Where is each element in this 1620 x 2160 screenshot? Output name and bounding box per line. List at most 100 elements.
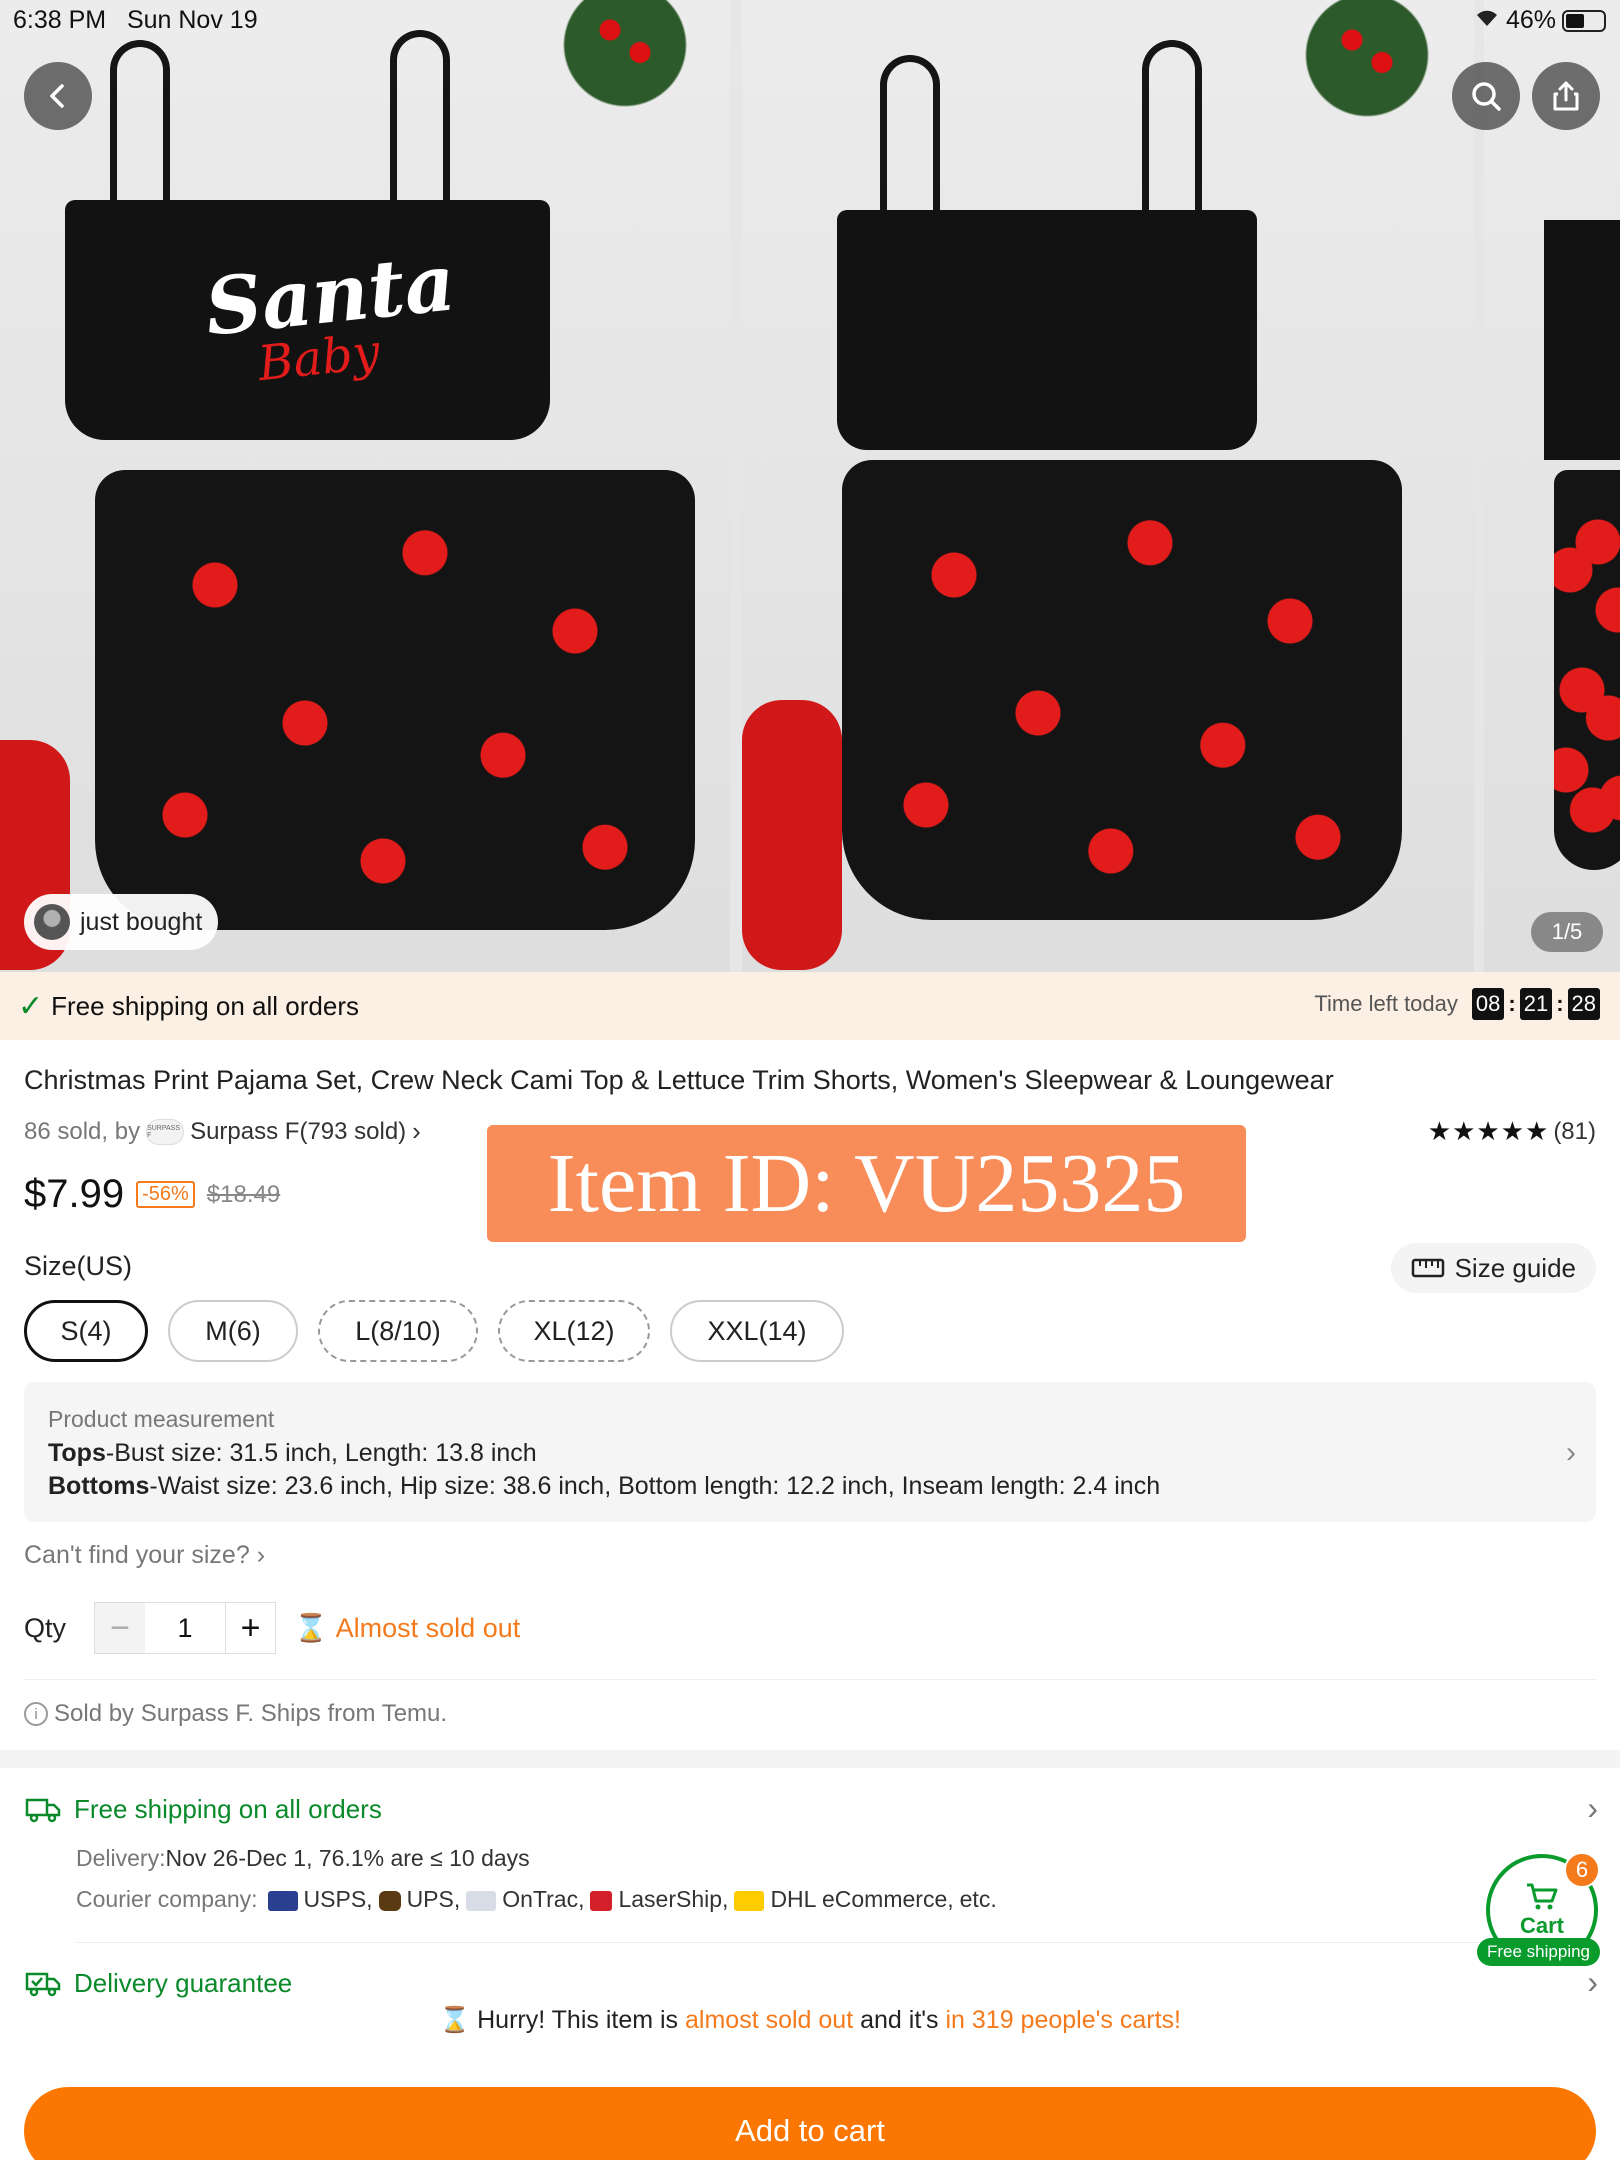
just-bought-pill: just bought	[24, 894, 219, 950]
section-separator	[0, 1750, 1620, 1768]
sold-count: 86 sold, by	[24, 1117, 141, 1145]
seller-logo: SURPASS F	[146, 1118, 185, 1145]
courier-etc: etc.	[959, 1886, 997, 1912]
chevron-right-icon: ›	[256, 1541, 266, 1569]
product-photo-1[interactable]: Santa Baby	[0, 0, 730, 972]
size-option-xxl[interactable]: XXL(14)	[670, 1300, 844, 1362]
ups-icon	[378, 1890, 401, 1911]
ontrac-icon	[466, 1890, 497, 1911]
product-gallery[interactable]: Santa Baby just bought 1/5	[0, 0, 1620, 972]
share-icon	[1553, 81, 1579, 111]
share-button[interactable]	[1532, 62, 1600, 130]
delivery-guarantee-title[interactable]: Delivery guarantee	[24, 1968, 292, 1999]
cart-count-badge: 6	[1564, 1852, 1600, 1888]
stocking-decoration	[742, 700, 842, 970]
divider	[76, 1942, 1596, 1943]
measurement-tops: Tops-Bust size: 31.5 inch, Length: 13.8 …	[48, 1439, 537, 1467]
chevron-right-icon[interactable]: ›	[1587, 1964, 1598, 2001]
dhl-icon	[734, 1890, 765, 1911]
product-title: Christmas Print Pajama Set, Crew Neck Ca…	[24, 1065, 1334, 1095]
size-options: S(4) M(6) L(8/10) XL(12) XXL(14)	[24, 1300, 844, 1362]
hourglass-icon: ⌛	[294, 1613, 328, 1643]
page-indicator: 1/5	[1531, 912, 1603, 952]
size-option-xl[interactable]: XL(12)	[498, 1300, 650, 1362]
chevron-right-icon: ›	[1566, 1436, 1576, 1469]
quantity-stepper: − 1 +	[94, 1602, 277, 1654]
divider	[24, 1679, 1596, 1680]
lasership-icon	[590, 1890, 613, 1911]
search-button[interactable]	[1452, 62, 1520, 130]
add-to-cart-button[interactable]: Add to cart	[24, 2087, 1596, 2160]
status-time: 6:38 PM Sun Nov 19	[13, 6, 258, 34]
check-icon: ✓	[18, 989, 44, 1023]
status-right: 46%	[1474, 6, 1606, 35]
hurry-notice: ⌛ Hurry! This item is almost sold out an…	[439, 2006, 1181, 2034]
qty-increase-button[interactable]: +	[225, 1603, 276, 1653]
delivery-estimate: Delivery:Nov 26-Dec 1, 76.1% are ≤ 10 da…	[76, 1845, 530, 1871]
size-label: Size(US)	[24, 1251, 133, 1281]
cant-find-size-link[interactable]: Can't find your size? ›	[24, 1541, 265, 1570]
seller-name[interactable]: Surpass F(793 sold)	[190, 1118, 406, 1146]
review-count: (81)	[1553, 1117, 1596, 1145]
wifi-icon	[1474, 6, 1500, 35]
hourglass-icon: ⌛	[439, 2006, 471, 2034]
almost-sold-out: ⌛ Almost sold out	[294, 1612, 521, 1644]
size-guide-label: Size guide	[1454, 1252, 1576, 1283]
timer-seconds: 28	[1567, 988, 1600, 1020]
size-option-s[interactable]: S(4)	[24, 1300, 148, 1362]
countdown-timer: Time left today 08 : 21 : 28	[1314, 988, 1600, 1020]
timer-label: Time left today	[1314, 991, 1458, 1016]
courier-usps: USPS,	[267, 1886, 373, 1913]
truck-icon	[25, 1798, 61, 1822]
sold-by-line: i Sold by Surpass F. Ships from Temu.	[24, 1700, 447, 1728]
free-shipping-text: Free shipping on all orders	[51, 990, 359, 1021]
qty-label: Qty	[24, 1612, 67, 1643]
status-bar: 6:38 PM Sun Nov 19 46%	[0, 0, 1620, 40]
battery-percent: 46%	[1505, 6, 1556, 34]
timer-minutes: 21	[1519, 988, 1553, 1020]
avatar	[34, 904, 70, 940]
item-id-overlay: Item ID: VU25325	[487, 1125, 1246, 1242]
courier-list: Courier company: USPS, UPS, OnTrac, Lase…	[76, 1886, 997, 1913]
usps-icon	[267, 1890, 298, 1911]
truck-check-icon	[25, 1972, 61, 1996]
quantity-row: Qty − 1 + ⌛ Almost sold out	[24, 1602, 520, 1654]
free-shipping-banner: ✓ Free shipping on all orders Time left …	[0, 972, 1620, 1040]
measurement-bottoms: Bottoms-Waist size: 23.6 inch, Hip size:…	[48, 1472, 1161, 1500]
chevron-right-icon[interactable]: ›	[1587, 1790, 1598, 1827]
measurement-heading: Product measurement	[48, 1406, 275, 1432]
price: $7.99	[24, 1172, 125, 1216]
back-button[interactable]	[24, 62, 92, 130]
rating[interactable]: ★★★★★ (81)	[1428, 1116, 1596, 1147]
cami-top	[837, 210, 1257, 450]
shorts	[842, 460, 1402, 920]
cart-label: Cart	[1519, 1913, 1564, 1938]
courier-dhl: DHL eCommerce,	[734, 1886, 954, 1913]
discount-badge: -56%	[136, 1181, 195, 1208]
free-shipping-section-title[interactable]: Free shipping on all orders	[24, 1794, 382, 1825]
battery-icon	[1562, 9, 1606, 32]
cart-icon	[1527, 1883, 1558, 1910]
size-option-l[interactable]: L(8/10)	[318, 1300, 478, 1362]
qty-decrease-button[interactable]: −	[95, 1603, 146, 1653]
size-guide-button[interactable]: Size guide	[1390, 1243, 1596, 1293]
cart-free-shipping-tag: Free shipping	[1477, 1938, 1601, 1966]
qty-value[interactable]: 1	[145, 1613, 225, 1644]
size-option-m[interactable]: M(6)	[168, 1300, 298, 1362]
timer-hours: 08	[1471, 988, 1505, 1020]
courier-ups: UPS,	[378, 1886, 460, 1913]
chevron-right-icon: ›	[412, 1116, 421, 1146]
chevron-left-icon	[50, 84, 64, 108]
seller-line[interactable]: 86 sold, by SURPASS F Surpass F(793 sold…	[24, 1116, 421, 1147]
product-measurement-card[interactable]: Product measurement Tops-Bust size: 31.5…	[24, 1382, 1596, 1522]
star-rating-icon: ★★★★★	[1427, 1116, 1550, 1146]
just-bought-text: just bought	[80, 907, 203, 936]
product-photo-3[interactable]	[1484, 0, 1620, 972]
search-icon	[1472, 82, 1501, 111]
courier-ontrac: OnTrac,	[466, 1886, 584, 1913]
shorts	[95, 470, 695, 930]
courier-lasership: LaserShip,	[590, 1886, 728, 1913]
info-icon: i	[24, 1702, 48, 1726]
original-price: $18.49	[206, 1180, 281, 1208]
product-photo-2[interactable]	[742, 0, 1474, 972]
